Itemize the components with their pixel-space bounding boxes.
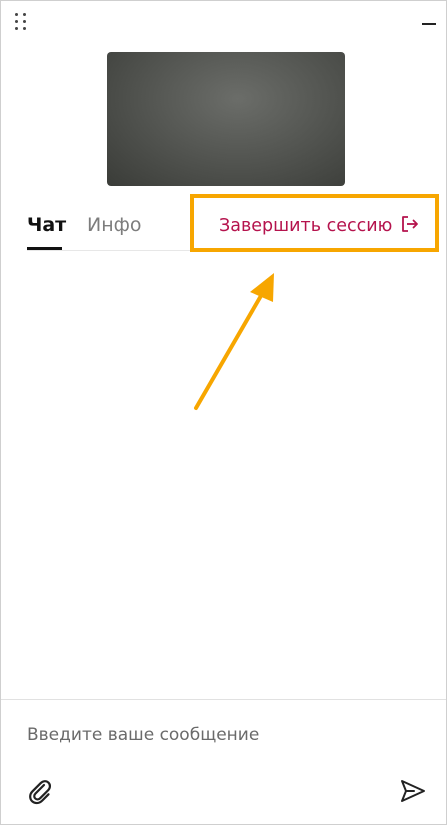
message-input[interactable] — [27, 721, 417, 749]
annotation-arrow — [194, 273, 274, 410]
send-icon[interactable] — [399, 777, 427, 805]
composer-divider — [1, 699, 446, 700]
paperclip-icon[interactable] — [27, 777, 53, 805]
chat-widget-window: Чат Инфо Завершить сессию — [0, 0, 447, 825]
